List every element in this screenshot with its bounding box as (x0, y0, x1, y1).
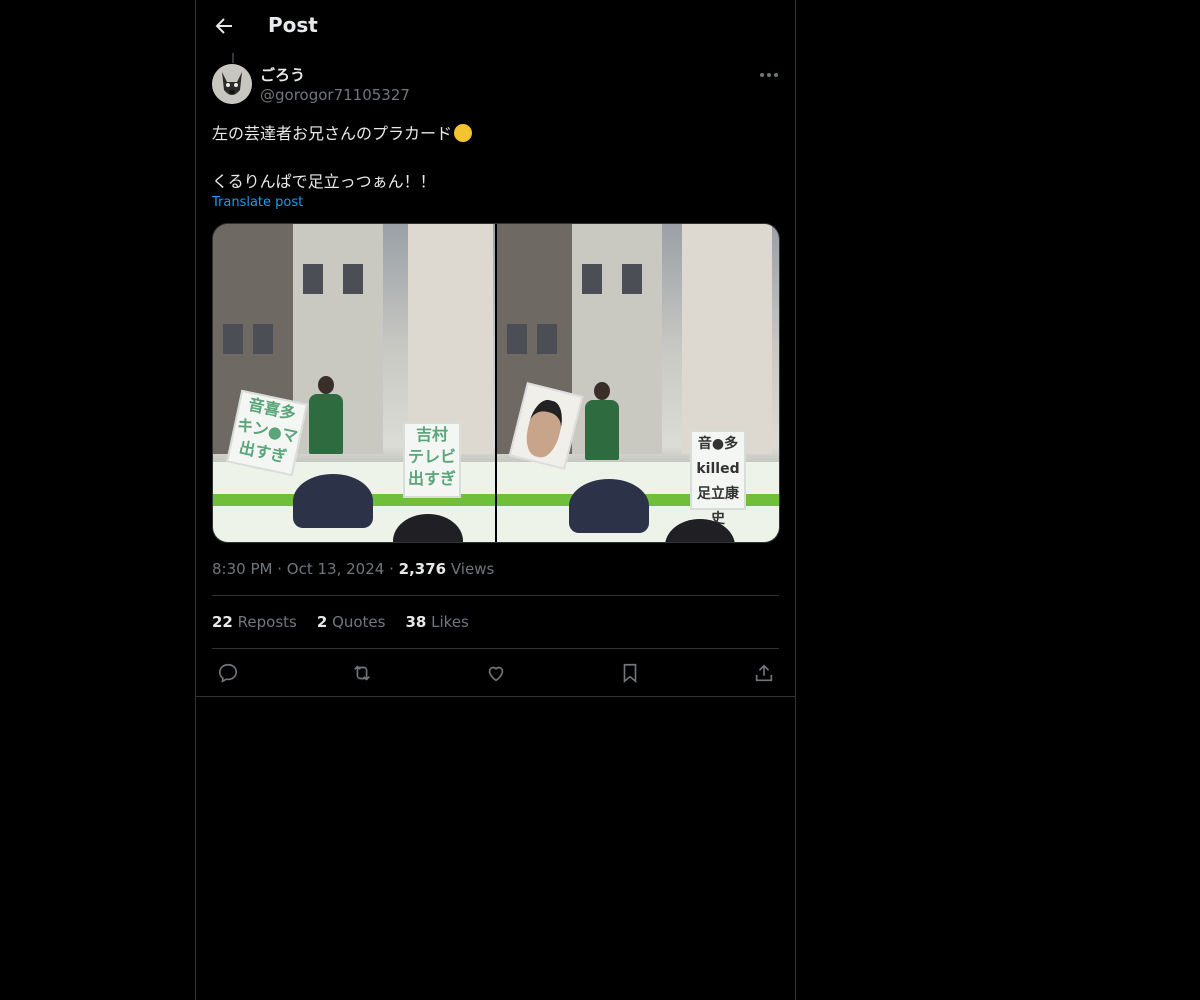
post-time[interactable]: 8:30 PM (212, 560, 272, 578)
speaker (585, 400, 619, 460)
thread-connector (232, 53, 234, 63)
window (343, 264, 363, 294)
hat (293, 474, 373, 528)
speaker (309, 394, 343, 454)
window (253, 324, 273, 354)
post-photo-2[interactable]: 音●多 killed 足立康史 (497, 224, 779, 542)
divider (196, 696, 795, 697)
placard: 音●多 killed 足立康史 (690, 430, 746, 527)
face-photo (521, 396, 567, 461)
window (223, 324, 243, 354)
retweet-icon[interactable] (351, 662, 373, 684)
media-grid: 音喜多 キン●マ 出すぎ 吉村 テレビ 出すぎ 音●多 killed 足立康史 (212, 223, 780, 543)
author-name[interactable]: ごろう (260, 64, 305, 85)
post-stats: 22 Reposts 2 Quotes 38 Likes (212, 613, 469, 631)
building (682, 224, 772, 454)
reposts-label: Reposts (237, 613, 297, 631)
quotes-count: 2 (316, 613, 328, 631)
post-date[interactable]: Oct 13, 2024 (287, 560, 385, 578)
reply-icon[interactable] (217, 662, 239, 684)
post-meta: 8:30 PM · Oct 13, 2024 · 2,376 Views (212, 560, 494, 578)
back-arrow-icon[interactable] (212, 14, 236, 38)
window (537, 324, 557, 354)
window (303, 264, 323, 294)
more-icon[interactable] (758, 66, 780, 84)
quotes-label: Quotes (332, 613, 386, 631)
speaker-head (318, 376, 334, 394)
top-bar: Post (196, 0, 795, 53)
like-icon[interactable] (485, 662, 507, 684)
share-icon[interactable] (753, 662, 775, 684)
bookmark-icon[interactable] (619, 662, 641, 684)
divider (212, 595, 779, 596)
reposts-count: 22 (212, 613, 233, 631)
window (582, 264, 602, 294)
reposts-stat[interactable]: 22 Reposts (212, 613, 297, 631)
views-count: 2,376 (398, 560, 447, 578)
views-label: Views (450, 560, 495, 578)
likes-label: Likes (431, 613, 469, 631)
quotes-stat[interactable]: 2 Quotes (317, 613, 386, 631)
divider (212, 648, 779, 649)
avatar[interactable] (212, 64, 252, 104)
author-handle[interactable]: @gorogor71105327 (260, 86, 410, 104)
post-photo-1[interactable]: 音喜多 キン●マ 出すぎ 吉村 テレビ 出すぎ (213, 224, 495, 542)
hat (569, 479, 649, 533)
building (408, 224, 493, 454)
post-text: 左の芸達者お兄さんのプラカード (212, 124, 453, 143)
post-text-line-1: 左の芸達者お兄さんのプラカード (212, 120, 473, 144)
main-column: Post ごろう @gorogor71105327 左の芸達者お兄さんのプラカー… (195, 0, 796, 1000)
post-text-line-2: くるりんぱで足立っつぁん！！ (212, 172, 436, 191)
emoji-icon (454, 124, 473, 142)
window (507, 324, 527, 354)
placard: 吉村 テレビ 出すぎ (403, 422, 461, 498)
action-bar (196, 656, 795, 696)
page-title: Post (268, 13, 318, 37)
window (622, 264, 642, 294)
translate-post-link[interactable]: Translate post (212, 195, 303, 210)
separator: · (389, 560, 394, 578)
separator: · (277, 560, 283, 578)
dog-avatar-icon (212, 64, 252, 104)
speaker-head (594, 382, 610, 400)
likes-count: 38 (405, 613, 427, 631)
likes-stat[interactable]: 38 Likes (405, 613, 468, 631)
